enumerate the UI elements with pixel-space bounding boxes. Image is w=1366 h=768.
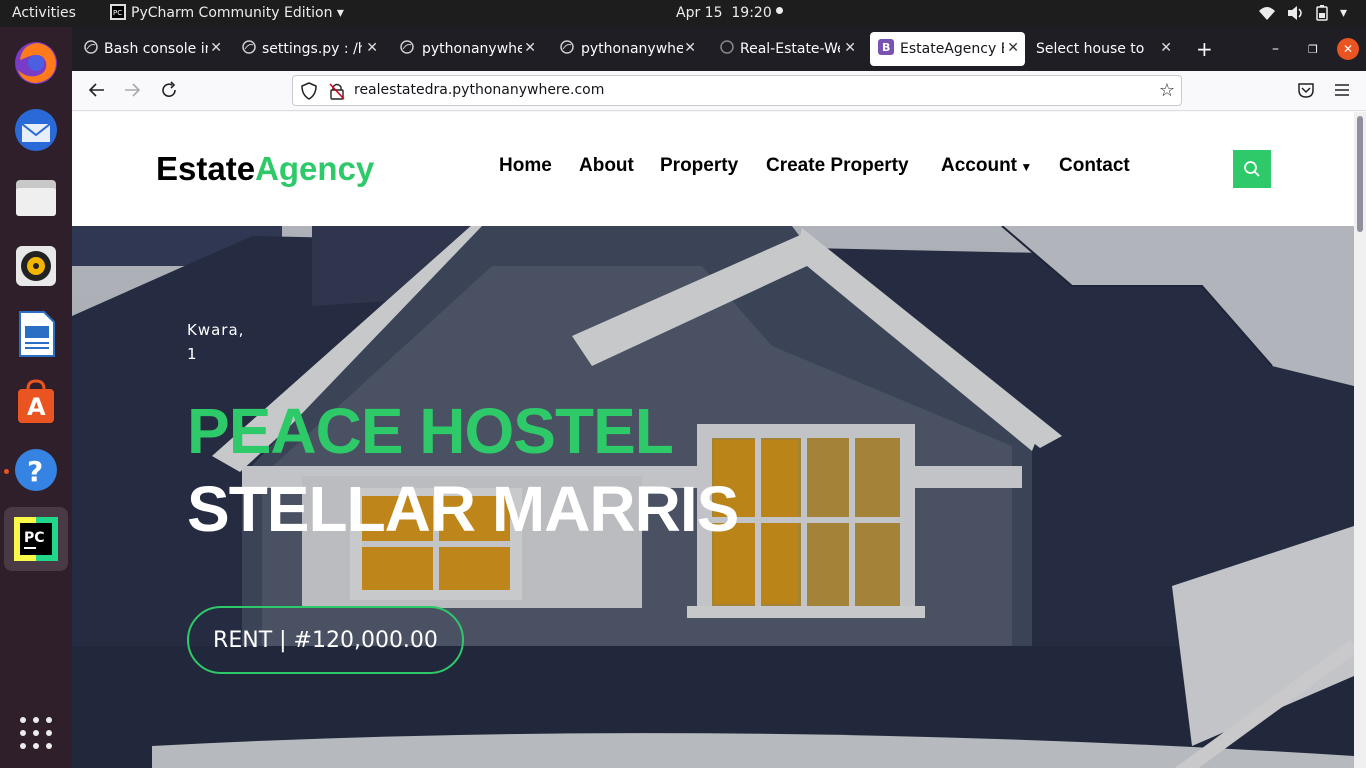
- nav-contact[interactable]: Contact: [1059, 155, 1130, 177]
- wifi-icon[interactable]: [1258, 5, 1276, 25]
- page-scrollbar[interactable]: [1354, 112, 1366, 768]
- nav-account[interactable]: Account ▼: [941, 155, 1032, 177]
- web-page: EstateAgency Home About Property Create …: [72, 112, 1354, 768]
- activities-button[interactable]: Activities: [12, 5, 76, 21]
- pycharm-icon[interactable]: PC: [4, 507, 68, 571]
- search-button[interactable]: [1233, 150, 1271, 188]
- property-location: Kwara, 1: [187, 321, 245, 363]
- address-bar[interactable]: realestatedra.pythonanywhere.com ☆: [292, 75, 1182, 106]
- shield-icon[interactable]: [301, 82, 317, 104]
- files-icon[interactable]: [10, 172, 62, 224]
- battery-icon[interactable]: [1316, 5, 1328, 25]
- tab-real-estate-web[interactable]: Real-Estate-We ✕: [712, 32, 862, 66]
- system-menu-button[interactable]: ▾: [1340, 5, 1347, 21]
- svg-text:B: B: [882, 41, 890, 54]
- close-tab-icon[interactable]: ✕: [524, 40, 536, 56]
- svg-text:?: ?: [27, 455, 43, 488]
- pythonanywhere-favicon-icon: [554, 40, 581, 58]
- restore-button[interactable]: ❐: [1308, 32, 1322, 66]
- close-window-button[interactable]: ✕: [1337, 38, 1359, 60]
- dock: A ? PC: [0, 27, 72, 768]
- new-tab-button[interactable]: +: [1196, 32, 1216, 66]
- tab-pythonanywhere-1[interactable]: pythonanywhere ✕: [394, 32, 542, 66]
- tab-estateagency[interactable]: B EstateAgency B ✕: [870, 32, 1025, 66]
- reload-button[interactable]: [160, 81, 178, 103]
- pocket-icon[interactable]: [1297, 81, 1315, 103]
- navigation-toolbar: realestatedra.pythonanywhere.com ☆: [72, 71, 1366, 111]
- rhythmbox-icon[interactable]: [10, 240, 62, 292]
- nav-home[interactable]: Home: [499, 155, 552, 177]
- close-tab-icon[interactable]: ✕: [684, 40, 696, 56]
- running-indicator: [4, 469, 9, 474]
- close-tab-icon[interactable]: ✕: [1160, 40, 1172, 56]
- tab-pythonanywhere-2[interactable]: pythonanywhere ✕: [554, 32, 702, 66]
- help-icon[interactable]: ?: [10, 444, 62, 496]
- github-favicon-icon: [712, 40, 740, 58]
- scrollbar-thumb[interactable]: [1357, 116, 1363, 232]
- nav-property[interactable]: Property: [660, 155, 738, 177]
- tab-select-house[interactable]: Select house to ch ✕: [1030, 32, 1178, 66]
- price-badge[interactable]: RENT | #120,000.00: [187, 606, 464, 674]
- tab-settings-py[interactable]: settings.py : /ho ✕: [236, 32, 384, 66]
- nav-about[interactable]: About: [579, 155, 634, 177]
- firefox-icon[interactable]: [10, 36, 62, 88]
- browser-window: Bash console in ✕ settings.py : /ho ✕ py…: [72, 27, 1366, 768]
- url-text[interactable]: realestatedra.pythonanywhere.com: [354, 82, 604, 98]
- volume-icon[interactable]: [1286, 5, 1304, 25]
- nav-create-property[interactable]: Create Property: [766, 155, 909, 177]
- search-icon: [1244, 161, 1260, 177]
- tab-bash-console[interactable]: Bash console in ✕: [80, 32, 228, 66]
- forward-button[interactable]: [123, 81, 141, 103]
- site-logo[interactable]: EstateAgency: [156, 150, 374, 188]
- hero-title-line2: STELLAR MARRIS: [187, 473, 739, 545]
- close-tab-icon[interactable]: ✕: [844, 40, 856, 56]
- svg-text:PC: PC: [113, 9, 122, 17]
- app-center-icon[interactable]: A: [10, 376, 62, 428]
- pythonanywhere-favicon-icon: [80, 40, 104, 58]
- caret-down-icon: ▼: [1017, 160, 1033, 174]
- thunderbird-icon[interactable]: [10, 104, 62, 156]
- libreoffice-writer-icon[interactable]: [10, 308, 62, 360]
- tab-bar: Bash console in ✕ settings.py : /ho ✕ py…: [72, 27, 1366, 71]
- site-header: EstateAgency Home About Property Create …: [72, 112, 1354, 226]
- close-tab-icon[interactable]: ✕: [366, 40, 378, 56]
- pythonanywhere-favicon-icon: [236, 40, 262, 58]
- notification-dot: [776, 7, 783, 14]
- svg-text:A: A: [27, 393, 46, 421]
- bookmark-star-icon[interactable]: ☆: [1159, 80, 1175, 101]
- hero-title-line1: PEACE HOSTEL: [187, 395, 674, 467]
- back-button[interactable]: [88, 81, 106, 103]
- minimize-button[interactable]: –: [1272, 32, 1286, 66]
- pycharm-app-icon: PC: [110, 4, 126, 24]
- show-apps-icon[interactable]: [10, 707, 62, 759]
- close-tab-icon[interactable]: ✕: [210, 40, 222, 56]
- insecure-lock-icon[interactable]: [329, 82, 345, 104]
- top-bar: Activities PC PyCharm Community Edition …: [0, 0, 1366, 27]
- close-tab-icon[interactable]: ✕: [1007, 40, 1019, 56]
- bootstrap-favicon-icon: B: [870, 39, 900, 59]
- svg-text:PC: PC: [24, 530, 45, 546]
- hero-carousel: Kwara, 1 PEACE HOSTEL STELLAR MARRIS REN…: [72, 226, 1354, 768]
- app-menu-button[interactable]: PyCharm Community Edition ▾: [131, 5, 344, 21]
- menu-icon[interactable]: [1333, 81, 1351, 103]
- pythonanywhere-favicon-icon: [394, 40, 422, 58]
- clock[interactable]: Apr 15 19:20: [676, 5, 772, 21]
